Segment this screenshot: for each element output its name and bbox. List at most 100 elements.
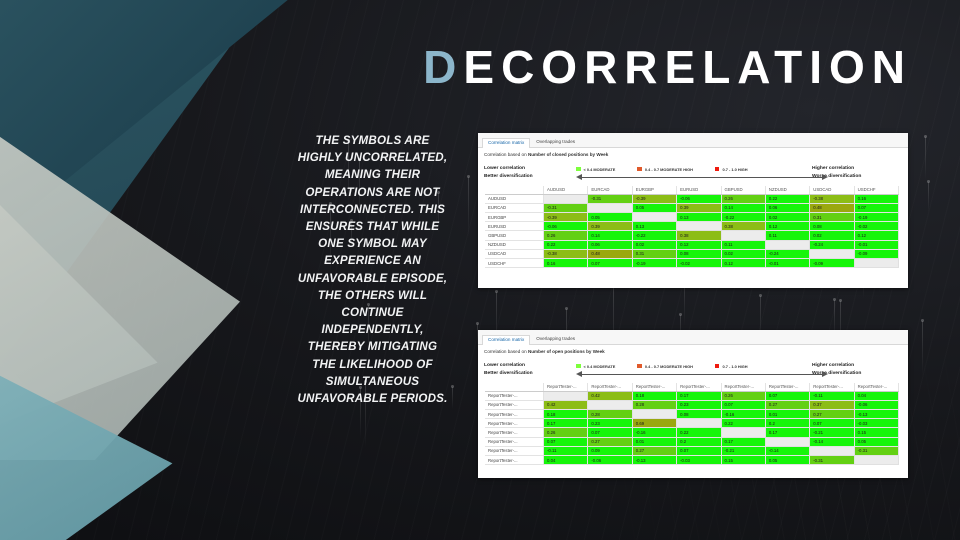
matrix-cell-0-0: [542, 193, 589, 204]
column-header-6[interactable]: ReportTester-...: [809, 382, 855, 392]
matrix-cell-4-2: -0.16: [631, 427, 678, 438]
matrix-cell-7-4: 0.12: [720, 257, 766, 269]
matrix-cell-4-0: 0.26: [542, 230, 589, 241]
row-header-5[interactable]: ReportTester-...: [485, 436, 544, 447]
matrix-cell-5-3: 0.2: [676, 436, 722, 447]
matrix-cell-4-6: -0.21: [809, 427, 855, 438]
table-row: ReportTester-... 0.18 0.28 0.08 -0.16 0.01 0.2…: [485, 409, 900, 420]
row-header-6[interactable]: USDCAD: [485, 248, 544, 260]
matrix-cell-1-1: [587, 202, 633, 214]
row-header-3[interactable]: EURUSD: [485, 221, 544, 232]
row-header-7[interactable]: ReportTester-...: [485, 454, 544, 466]
column-header-5[interactable]: ReportTester-...: [764, 382, 811, 392]
row-header-1[interactable]: ReportTester-...: [485, 399, 544, 411]
table-row: EURGBP -0.39 0.05 0.13 -0.22 0.02 0.31 -0.19: [485, 212, 900, 223]
column-header-5[interactable]: NZDUSD: [764, 185, 811, 195]
matrix-cell-5-6: -0.14: [809, 436, 855, 447]
column-header-7[interactable]: USDCHF: [853, 185, 900, 195]
correlation-basis-text: Correlation based on Number of open posi…: [478, 345, 908, 357]
matrix-cell-2-7: -0.13: [853, 409, 900, 420]
legend-item-1: 0.4 - 0.7 MODERATE HIGH: [637, 364, 693, 369]
page-title-accent: D: [423, 41, 464, 93]
matrix-cell-6-1: 0.48: [587, 248, 633, 260]
column-header-1[interactable]: ReportTester-...: [587, 382, 633, 392]
row-header-0[interactable]: ReportTester-...: [485, 390, 544, 401]
column-header-6[interactable]: USDCAD: [809, 185, 855, 195]
correlation-matrix-table: ReportTester-... ReportTester-... ReportTe…: [485, 382, 900, 466]
tab-correlation-matrix[interactable]: Correlation matrix: [482, 138, 531, 148]
matrix-cell-0-3: 0.17: [676, 390, 722, 401]
matrix-cell-1-2: 0.05: [631, 202, 678, 214]
matrix-cell-7-3: -0.03: [676, 454, 722, 466]
correlation-basis-prefix: Correlation based on: [484, 349, 528, 354]
matrix-cell-2-6: 0.27: [809, 409, 855, 420]
matrix-cell-4-7: 0.15: [853, 427, 900, 438]
matrix-cell-2-3: 0.08: [676, 409, 722, 420]
matrix-cell-6-5: -0.24: [764, 248, 811, 260]
matrix-cell-1-3: 0.39: [676, 202, 722, 214]
table-row: ReportTester-... 0.26 0.07 -0.16 0.22 0.17 -0.…: [485, 427, 900, 438]
matrix-cell-7-1: -0.06: [587, 454, 633, 466]
correlation-basis-value: Number of open positions by Week: [527, 349, 605, 354]
matrix-cell-3-1: 0.39: [587, 221, 633, 232]
column-header-7[interactable]: ReportTester-...: [853, 382, 900, 392]
matrix-cell-2-7: -0.19: [853, 212, 900, 223]
matrix-cell-7-0: 0.16: [542, 257, 589, 269]
row-header-1[interactable]: EURCAD: [485, 202, 544, 214]
row-header-7[interactable]: USDCHF: [485, 257, 544, 269]
row-header-5[interactable]: NZDUSD: [485, 239, 544, 250]
matrix-cell-6-6: [809, 445, 855, 457]
tab-overlapping-trades[interactable]: Overlapping trades: [530, 137, 581, 147]
matrix-cell-2-5: 0.02: [764, 212, 811, 223]
tab-correlation-matrix[interactable]: Correlation matrix: [482, 335, 531, 345]
row-header-6[interactable]: ReportTester-...: [485, 445, 544, 457]
row-header-3[interactable]: ReportTester-...: [485, 418, 544, 429]
table-row: EURUSD -0.06 0.39 0.13 0.38 0.12 0.08 -0.02: [485, 221, 900, 232]
matrix-cell-3-2: 0.69: [631, 418, 678, 429]
background-pin: [921, 319, 924, 376]
table-corner-cell: [485, 185, 544, 195]
column-header-4[interactable]: ReportTester-...: [720, 382, 766, 392]
matrix-cell-2-1: 0.28: [587, 409, 633, 420]
matrix-cell-6-1: 0.09: [587, 445, 633, 457]
matrix-cell-4-1: 0.07: [587, 427, 633, 438]
legend-item-2: 0.7 - 1.0 HIGH: [714, 364, 748, 369]
legend-swatch-icon: [576, 363, 581, 369]
matrix-cell-1-5: 0.27: [764, 399, 811, 411]
matrix-cell-7-6: -0.09: [809, 257, 855, 269]
matrix-cell-4-5: 0.17: [764, 427, 811, 438]
matrix-cell-0-7: 0.16: [853, 193, 900, 204]
matrix-cell-5-5: [764, 239, 811, 250]
column-header-3[interactable]: EURUSD: [676, 185, 722, 195]
matrix-cell-0-4: 0.26: [720, 390, 766, 401]
row-header-0[interactable]: AUDUSD: [485, 193, 544, 204]
matrix-cell-6-4: 0.02: [720, 248, 766, 260]
table-row: ReportTester-... 0.07 0.27 0.01 0.2 0.17 -0.14…: [485, 436, 900, 447]
column-header-2[interactable]: ReportTester-...: [631, 382, 678, 392]
column-header-3[interactable]: ReportTester-...: [676, 382, 722, 392]
legend-lower-correlation: Lower correlation: [484, 363, 526, 369]
tab-overlapping-trades[interactable]: Overlapping trades: [530, 334, 581, 344]
matrix-cell-7-5: 0.05: [764, 454, 811, 466]
matrix-cell-1-4: 0.14: [720, 202, 766, 214]
row-header-4[interactable]: GBPUSD: [485, 230, 544, 241]
legend-swatch-icon: [637, 166, 642, 172]
row-header-2[interactable]: EURGBP: [485, 212, 544, 223]
report-card-open-positions: Correlation matrix Overlapping trades Corr…: [478, 330, 908, 478]
column-header-0[interactable]: ReportTester-...: [542, 382, 589, 392]
column-header-0[interactable]: AUDUSD: [542, 185, 589, 195]
matrix-cell-4-5: 0.11: [764, 230, 811, 241]
column-header-4[interactable]: GBPUSD: [720, 185, 766, 195]
correlation-matrix-table: AUDUSD EURCAD EURGBP EURUSD GBPUSD NZDUSD USDC…: [485, 185, 900, 269]
matrix-cell-6-0: -0.11: [542, 445, 589, 457]
matrix-cell-5-7: -0.01: [853, 239, 900, 250]
column-header-1[interactable]: EURCAD: [587, 185, 633, 195]
row-header-2[interactable]: ReportTester-...: [485, 409, 544, 420]
matrix-cell-2-5: 0.01: [764, 409, 811, 420]
matrix-cell-0-1: -0.31: [587, 193, 633, 204]
matrix-cell-4-6: 0.02: [809, 230, 855, 241]
table-row: ReportTester-... 0.04 -0.06 -0.13 -0.03 0.15 0…: [485, 454, 900, 466]
column-header-2[interactable]: EURGBP: [631, 185, 678, 195]
table-row: EURCAD -0.31 0.05 0.39 0.14 0.06 0.48 0.07: [485, 202, 900, 214]
row-header-4[interactable]: ReportTester-...: [485, 427, 544, 438]
